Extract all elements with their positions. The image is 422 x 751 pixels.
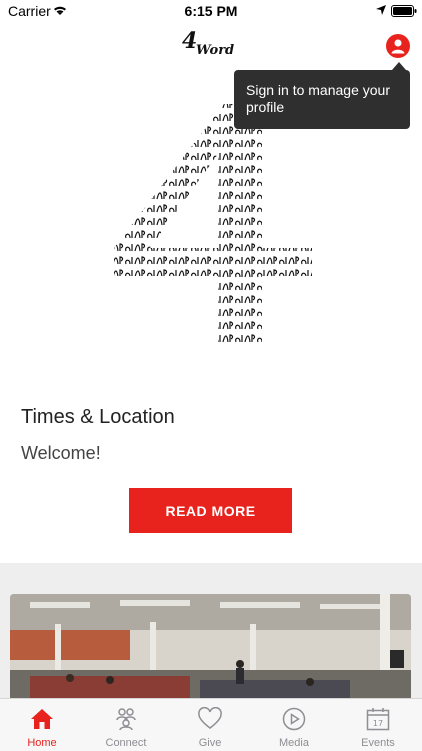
- svg-text:Word: Word: [196, 43, 234, 58]
- tab-label: Media: [279, 737, 309, 749]
- calendar-icon: 17: [366, 708, 390, 731]
- connect-icon: [116, 708, 136, 731]
- tooltip-arrow: [392, 62, 406, 70]
- tab-label: Home: [27, 737, 57, 749]
- welcome-text: Welcome!: [21, 443, 101, 463]
- location-card: Times & Location Welcome! READ MORE: [0, 66, 422, 563]
- section-title: Times & Location: [21, 406, 175, 428]
- home-icon: [31, 709, 53, 729]
- tab-media[interactable]: Media: [252, 699, 336, 751]
- tab-connect[interactable]: Connect: [84, 699, 168, 751]
- tooltip-text: Sign in to manage your profile: [246, 82, 390, 115]
- read-more-button[interactable]: READ MORE: [129, 488, 292, 533]
- church-hall-photo: [10, 594, 411, 704]
- user-icon: [391, 39, 405, 54]
- hero-number-four-graphic: [114, 104, 312, 346]
- battery-icon: [391, 5, 417, 17]
- tab-bar: Home Connect Give Media 17 Events: [0, 698, 422, 751]
- svg-text:17: 17: [373, 719, 383, 728]
- heart-icon: [198, 707, 222, 729]
- tab-label: Events: [361, 737, 395, 749]
- sign-in-tooltip[interactable]: Sign in to manage your profile: [234, 70, 410, 129]
- app-logo: 4 Word: [182, 28, 234, 58]
- play-icon: [282, 707, 306, 731]
- status-bar: Carrier 6:15 PM: [0, 0, 422, 22]
- event-photo[interactable]: [10, 594, 411, 704]
- tab-label: Connect: [105, 737, 147, 749]
- location-icon: [376, 5, 386, 15]
- tab-label: Give: [198, 737, 222, 749]
- clock-time: 6:15 PM: [184, 3, 238, 19]
- tab-events[interactable]: 17 Events: [336, 699, 420, 751]
- profile-button[interactable]: [386, 34, 410, 58]
- tab-home[interactable]: Home: [0, 699, 84, 751]
- tab-give[interactable]: Give: [168, 699, 252, 751]
- app-header: 4 Word: [0, 22, 422, 66]
